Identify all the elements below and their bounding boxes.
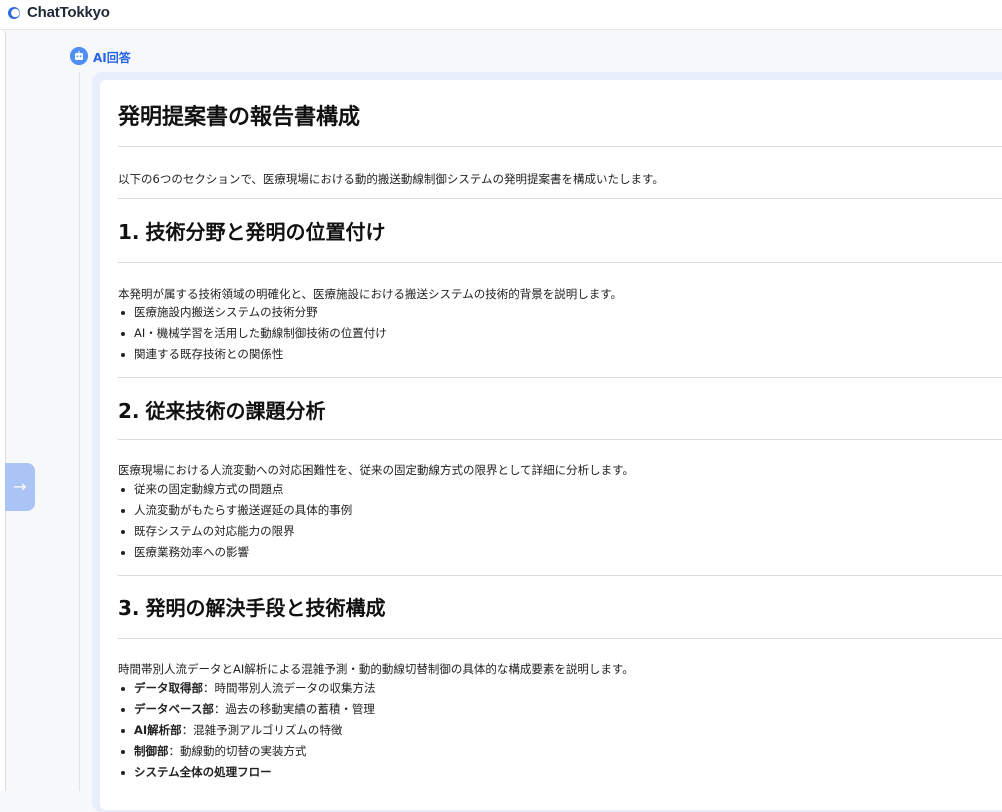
- section-number: 1.: [118, 220, 140, 244]
- bullet-icon: [121, 708, 125, 712]
- top-bar: ChatTokkyo: [0, 0, 1002, 30]
- section-title: 従来技術の課題分析: [145, 399, 326, 423]
- section-bullets-1: 医療施設内搬送システムの技術分野 AI・機械学習を活用した動線制御技術の位置付け…: [118, 302, 387, 365]
- expand-sidebar-button[interactable]: →: [5, 463, 35, 511]
- response-card: 発明提案書の報告書構成 以下の6つのセクションで、医療現場における動的搬送動線制…: [100, 80, 1002, 810]
- divider: [118, 262, 1002, 263]
- list-item: 制御部：動線動的切替の実装方式: [118, 741, 376, 762]
- bullet-icon: [121, 488, 125, 492]
- list-item: AI解析部：混雑予測アルゴリズムの特徴: [118, 720, 376, 741]
- bullet-icon: [121, 771, 125, 775]
- section-description-3: 時間帯別人流データとAI解析による混雑予測・動的動線切替制御の具体的な構成要素を…: [118, 662, 634, 676]
- arrow-right-icon: →: [13, 477, 27, 496]
- bullet-icon: [121, 311, 125, 315]
- component-name: 制御部: [134, 744, 169, 758]
- list-item-text: 既存システムの対応能力の限界: [134, 524, 295, 538]
- section-title: 発明の解決手段と技術構成: [145, 596, 386, 620]
- list-item-text: AI・機械学習を活用した動線制御技術の位置付け: [134, 326, 387, 340]
- section-heading-1: 1. 技術分野と発明の位置付け: [118, 216, 386, 245]
- robot-icon: [70, 47, 88, 65]
- divider: [118, 439, 1002, 440]
- bullet-icon: [121, 729, 125, 733]
- divider: [118, 638, 1002, 639]
- list-item: 人流変動がもたらす搬送遅延の具体的事例: [118, 500, 352, 521]
- section-bullets-2: 従来の固定動線方式の問題点 人流変動がもたらす搬送遅延の具体的事例 既存システム…: [118, 479, 352, 563]
- component-description: ：時間帯別人流データの収集方法: [203, 681, 376, 695]
- list-item: AI・機械学習を活用した動線制御技術の位置付け: [118, 323, 387, 344]
- list-item: 関連する既存技術との関係性: [118, 344, 387, 365]
- thread-line: [79, 72, 80, 791]
- sidebar-collapsed: [0, 30, 6, 791]
- list-item-text: 人流変動がもたらす搬送遅延の具体的事例: [134, 503, 353, 517]
- section-bullets-3: データ取得部：時間帯別人流データの収集方法 データベース部：過去の移動実績の蓄積…: [118, 678, 376, 783]
- list-item: 医療施設内搬送システムの技術分野: [118, 302, 387, 323]
- section-number: 3.: [118, 596, 140, 620]
- component-description: ：過去の移動実績の蓄積・管理: [213, 702, 375, 716]
- bullet-icon: [121, 551, 125, 555]
- list-item-text: 医療施設内搬送システムの技術分野: [134, 305, 318, 319]
- bullet-icon: [121, 687, 125, 691]
- component-description: ：混雑予測アルゴリズムの特徴: [181, 723, 343, 737]
- section-description-2: 医療現場における人流変動への対応困難性を、従来の固定動線方式の限界として詳細に分…: [118, 463, 634, 477]
- list-item-text: 関連する既存技術との関係性: [134, 347, 284, 361]
- divider: [118, 377, 1002, 378]
- list-item: 既存システムの対応能力の限界: [118, 521, 352, 542]
- section-description-1: 本発明が属する技術領域の明確化と、医療施設における搬送システムの技術的背景を説明…: [118, 287, 623, 301]
- bullet-icon: [121, 530, 125, 534]
- document-title: 発明提案書の報告書構成: [118, 105, 361, 130]
- ai-response-label: AI回答: [93, 51, 131, 65]
- list-item-text: 医療業務効率への影響: [134, 545, 249, 559]
- bullet-icon: [121, 750, 125, 754]
- component-name: データベース部: [134, 702, 214, 716]
- list-item: 医療業務効率への影響: [118, 542, 352, 563]
- bullet-icon: [121, 332, 125, 336]
- chattokkyo-logo-icon: [8, 7, 20, 19]
- section-heading-3: 3. 発明の解決手段と技術構成: [118, 592, 386, 621]
- component-description: ：動線動的切替の実装方式: [168, 744, 307, 758]
- list-item: システム全体の処理フロー: [118, 762, 376, 783]
- component-name: システム全体の処理フロー: [134, 765, 272, 779]
- divider: [118, 575, 1002, 576]
- list-item: 従来の固定動線方式の問題点: [118, 479, 352, 500]
- brand-name[interactable]: ChatTokkyo: [27, 4, 110, 21]
- section-heading-2: 2. 従来技術の課題分析: [118, 395, 326, 424]
- bullet-icon: [121, 353, 125, 357]
- section-title: 技術分野と発明の位置付け: [145, 220, 386, 244]
- divider: [118, 198, 1002, 199]
- bullet-icon: [121, 509, 125, 513]
- component-name: データ取得部: [134, 681, 203, 695]
- component-name: AI解析部: [134, 723, 182, 737]
- intro-paragraph: 以下の6つのセクションで、医療現場における動的搬送動線制御システムの発明提案書を…: [118, 172, 664, 186]
- list-item-text: 従来の固定動線方式の問題点: [134, 482, 284, 496]
- divider: [118, 146, 1002, 147]
- list-item: データベース部：過去の移動実績の蓄積・管理: [118, 699, 376, 720]
- list-item: データ取得部：時間帯別人流データの収集方法: [118, 678, 376, 699]
- section-number: 2.: [118, 399, 140, 423]
